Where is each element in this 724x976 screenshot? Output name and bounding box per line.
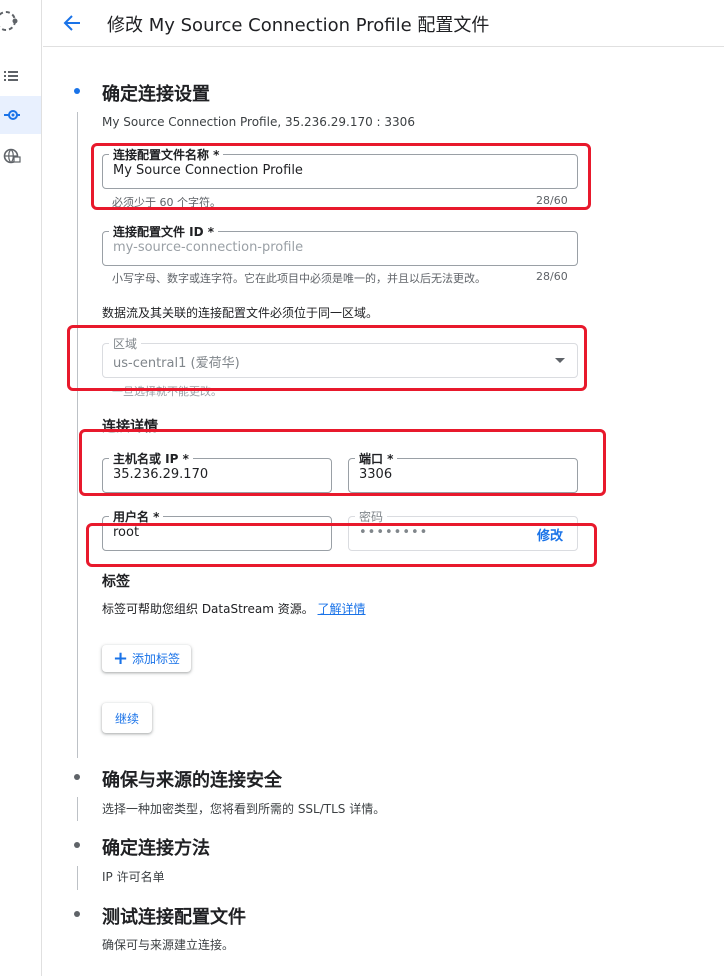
region-value: us-central1 (爱荷华) (113, 356, 240, 371)
rail-connection-profiles-icon[interactable] (0, 96, 41, 134)
port-field[interactable]: 端口 * 3306 (348, 450, 578, 493)
rail-list-icon[interactable] (0, 57, 41, 95)
step-title-connection-settings[interactable]: 确定连接设置 (102, 80, 210, 106)
profile-id-placeholder[interactable]: my-source-connection-profile (113, 240, 303, 255)
labels-heading: 标签 (102, 574, 130, 590)
region-label: 区域 (109, 335, 142, 352)
step-indicator (74, 911, 80, 917)
username-label: 用户名 * (109, 508, 164, 525)
port-value[interactable]: 3306 (359, 467, 392, 482)
connection-details-heading: 连接详情 (102, 419, 158, 435)
labels-description-text: 标签可帮助您组织 DataStream 资源。 (102, 602, 314, 616)
hostname-value[interactable]: 35.236.29.170 (113, 467, 208, 482)
step-title-connectivity-method[interactable]: 确定连接方法 (102, 834, 210, 860)
profile-name-label: 连接配置文件名称 * (109, 146, 224, 163)
step-indicator (74, 842, 80, 848)
region-hint: 一旦选择就不能更改。 (112, 385, 222, 398)
page-title: 修改 My Source Connection Profile 配置文件 (107, 15, 490, 36)
step-title-secure-connection[interactable]: 确保与来源的连接安全 (102, 766, 282, 792)
step-indicator (74, 774, 80, 780)
rail-private-connectivity-icon[interactable] (0, 137, 41, 175)
profile-name-field[interactable]: 连接配置文件名称 * My Source Connection Profile (102, 146, 578, 189)
profile-id-field[interactable]: 连接配置文件 ID * my-source-connection-profile (102, 223, 578, 266)
username-field[interactable]: 用户名 * root (102, 508, 332, 551)
profile-name-value[interactable]: My Source Connection Profile (113, 163, 303, 178)
profile-name-counter: 28/60 (536, 194, 568, 207)
password-value: •••••••• (359, 525, 429, 540)
hostname-field[interactable]: 主机名或 IP * 35.236.29.170 (102, 450, 332, 493)
learn-more-link[interactable]: 了解详情 (318, 602, 366, 616)
region-select: 区域 us-central1 (爱荷华) (102, 335, 578, 378)
step-indicator-active (74, 88, 80, 94)
step-description-connectivity-method: IP 许可名单 (102, 870, 165, 884)
labels-description: 标签可帮助您组织 DataStream 资源。 了解详情 (102, 600, 366, 617)
hostname-label: 主机名或 IP * (109, 450, 193, 467)
password-label: 密码 (355, 508, 388, 525)
profile-summary: My Source Connection Profile, 35.236.29.… (102, 115, 415, 129)
continue-button[interactable]: 继续 (102, 703, 152, 733)
plus-icon: + (112, 647, 129, 669)
datastream-logo-icon (0, 6, 24, 36)
profile-id-counter: 28/60 (536, 270, 568, 283)
step-description-secure-connection: 选择一种加密类型，您将看到所需的 SSL/TLS 详情。 (102, 802, 386, 816)
step-connector-line (77, 866, 78, 890)
page-header: 修改 My Source Connection Profile 配置文件 (43, 0, 724, 47)
step-connector-line (77, 112, 78, 758)
add-label-button[interactable]: + 添加标签 (102, 645, 191, 672)
edit-password-button[interactable]: 修改 (537, 525, 563, 544)
username-value[interactable]: root (113, 525, 139, 540)
add-label-text: 添加标签 (132, 652, 181, 666)
profile-id-hint: 小写字母、数字或连字符。它在此项目中必须是唯一的，并且以后无法更改。 (112, 272, 486, 285)
left-rail (0, 0, 42, 976)
password-field: 密码 •••••••• 修改 (348, 508, 578, 551)
dropdown-caret-icon (555, 358, 565, 363)
profile-id-label: 连接配置文件 ID * (109, 223, 219, 240)
step-description-test-profile: 确保可与来源建立连接。 (102, 938, 235, 952)
back-arrow-icon[interactable] (61, 12, 83, 34)
step-connector-line (77, 797, 78, 821)
profile-name-hint: 必须少于 60 个字符。 (112, 196, 221, 209)
step-title-test-profile[interactable]: 测试连接配置文件 (102, 903, 246, 929)
region-note: 数据流及其关联的连接配置文件必须位于同一区域。 (102, 306, 379, 320)
port-label: 端口 * (355, 450, 398, 467)
